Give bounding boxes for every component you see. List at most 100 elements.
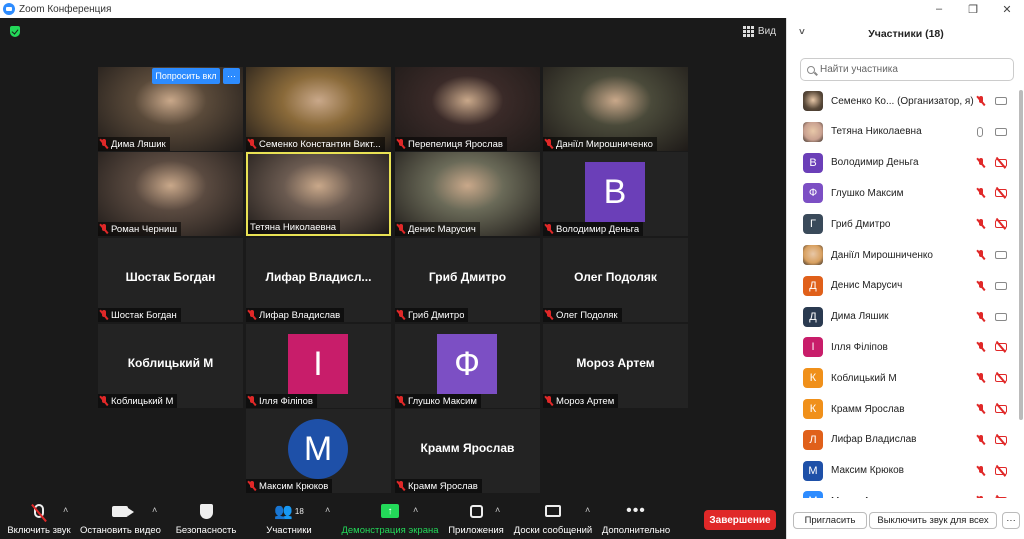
- security-button[interactable]: Безопасность: [175, 501, 237, 536]
- ask-to-unmute-button[interactable]: Попросить вкл: [152, 68, 220, 84]
- meeting-toolbar: Включить звук ˄ Остановить видео ˄ Безоп…: [0, 497, 786, 539]
- muted-mic-icon: [545, 139, 553, 149]
- stop-video-button[interactable]: Остановить видео: [80, 501, 161, 536]
- video-tile[interactable]: Тетяна Николаевна: [246, 152, 391, 236]
- participant-row[interactable]: Даніїл Мирошниченко: [787, 240, 1017, 270]
- muted-mic-icon[interactable]: [977, 311, 985, 322]
- muted-mic-icon[interactable]: [977, 157, 985, 168]
- video-off-icon[interactable]: [995, 343, 1007, 352]
- participant-row[interactable]: І Ілля Філіпов: [787, 332, 1017, 362]
- end-meeting-button[interactable]: Завершение: [704, 510, 776, 530]
- muted-mic-icon[interactable]: [977, 496, 985, 498]
- participant-row[interactable]: Г Гриб Дмитро: [787, 209, 1017, 239]
- video-tile[interactable]: В Володимир Деньга: [543, 152, 688, 236]
- video-off-icon[interactable]: [995, 466, 1007, 475]
- video-options-caret[interactable]: ˄: [152, 505, 157, 515]
- participant-row[interactable]: К Крамм Ярослав: [787, 394, 1017, 424]
- participants-button[interactable]: 👥 18 Участники: [262, 501, 316, 536]
- video-off-icon[interactable]: [995, 189, 1007, 198]
- share-screen-button[interactable]: ↑ Демонстрация экрана: [340, 501, 440, 536]
- participant-row[interactable]: Д Дима Ляшик: [787, 302, 1017, 332]
- microphone-icon[interactable]: [977, 126, 983, 137]
- whiteboards-button[interactable]: Доски сообщений: [512, 501, 594, 536]
- video-tile[interactable]: M Максим Крюков: [246, 409, 391, 493]
- video-off-icon[interactable]: [995, 158, 1007, 167]
- muted-mic-icon[interactable]: [977, 219, 985, 229]
- video-camera-icon[interactable]: [995, 281, 1007, 290]
- video-tile[interactable]: І Ілля Філіпов: [246, 324, 391, 408]
- tile-name-bar: Семенко Константин Викт...: [246, 137, 385, 151]
- participant-avatar: Г: [803, 214, 823, 235]
- participant-row[interactable]: Д Денис Марусич: [787, 271, 1017, 301]
- video-off-icon[interactable]: [995, 435, 1007, 444]
- participants-panel: ˅ Участники (18) Семенко Ко... (Организа…: [786, 18, 1024, 539]
- muted-mic-icon[interactable]: [977, 188, 985, 198]
- participants-options-caret[interactable]: ˄: [325, 505, 330, 515]
- collapse-panel-chevron-icon[interactable]: ˅: [799, 27, 805, 38]
- participants-scrollbar[interactable]: [1019, 90, 1023, 420]
- share-screen-label: Демонстрация экрана: [341, 525, 439, 536]
- more-button[interactable]: ••• Дополнительно: [600, 501, 672, 537]
- tile-name: Мороз Артем: [556, 395, 615, 407]
- muted-mic-icon[interactable]: [977, 280, 985, 291]
- tile-more-button[interactable]: ···: [223, 68, 240, 84]
- video-tile[interactable]: Шостак Богдан Шостак Богдан: [98, 238, 243, 322]
- video-tile[interactable]: Гриб Дмитро Гриб Дмитро: [395, 238, 540, 322]
- video-off-icon[interactable]: [995, 405, 1007, 413]
- participant-row[interactable]: Семенко Ко... (Организатор, я): [787, 86, 1017, 116]
- mute-all-button[interactable]: Выключить звук для всех: [869, 512, 997, 529]
- muted-mic-icon: [100, 139, 108, 149]
- participant-row[interactable]: M Максим Крюков: [787, 456, 1017, 486]
- participant-row[interactable]: В Володимир Деньга: [787, 148, 1017, 178]
- video-tile[interactable]: Даніїл Мирошниченко: [543, 67, 688, 151]
- tile-name: Роман Черниш: [111, 223, 177, 235]
- muted-mic-icon[interactable]: [977, 434, 985, 445]
- participant-search[interactable]: [800, 58, 1014, 81]
- audio-options-caret[interactable]: ˄: [63, 505, 68, 515]
- video-tile[interactable]: Лифар Владисл... Лифар Владислав: [246, 238, 391, 322]
- participant-row[interactable]: Тетяна Николаевна: [787, 117, 1017, 147]
- video-camera-icon: [112, 505, 134, 517]
- video-tile[interactable]: Мороз Артем Мороз Артем: [543, 324, 688, 408]
- video-off-icon[interactable]: [995, 220, 1007, 229]
- video-tile[interactable]: Олег Подоляк Олег Подоляк: [543, 238, 688, 322]
- video-camera-icon[interactable]: [995, 312, 1007, 321]
- panel-more-button[interactable]: ···: [1002, 512, 1020, 529]
- minimize-button[interactable]: –: [922, 3, 956, 15]
- participant-name: Тетяна Николаевна: [831, 126, 922, 138]
- share-screen-icon: ↑: [381, 504, 399, 518]
- video-tile[interactable]: Ф Глушко Максим: [395, 324, 540, 408]
- share-options-caret[interactable]: ˄: [413, 505, 418, 515]
- view-button[interactable]: Вид: [742, 26, 776, 37]
- muted-mic-icon[interactable]: [977, 250, 985, 260]
- participant-row[interactable]: M Мороз Артем: [787, 486, 1017, 498]
- video-tile[interactable]: Коблицький М Коблицький М: [98, 324, 243, 408]
- muted-mic-icon[interactable]: [977, 373, 985, 383]
- muted-mic-icon[interactable]: [977, 465, 985, 476]
- muted-mic-icon[interactable]: [977, 96, 985, 106]
- close-button[interactable]: ✕: [990, 3, 1024, 16]
- more-label: Дополнительно: [601, 525, 671, 536]
- participant-row[interactable]: Ф Глушко Максим: [787, 178, 1017, 208]
- muted-mic-icon[interactable]: [977, 342, 985, 352]
- video-tile[interactable]: Перепелиця Ярослав: [395, 67, 540, 151]
- maximize-button[interactable]: ❐: [956, 3, 990, 16]
- tile-name: Денис Марусич: [408, 223, 476, 235]
- search-input[interactable]: [820, 64, 1000, 75]
- video-off-icon[interactable]: [995, 497, 1007, 498]
- video-tile[interactable]: Крамм Ярослав Крамм Ярослав: [395, 409, 540, 493]
- participant-row[interactable]: К Коблицький М: [787, 363, 1017, 393]
- apps-options-caret[interactable]: ˄: [495, 505, 500, 515]
- video-tile[interactable]: Семенко Константин Викт...: [246, 67, 391, 151]
- video-tile[interactable]: Денис Марусич: [395, 152, 540, 236]
- video-camera-icon[interactable]: [995, 251, 1007, 259]
- whiteboards-options-caret[interactable]: ˄: [585, 505, 590, 515]
- encryption-shield-icon[interactable]: [10, 26, 20, 37]
- invite-button[interactable]: Пригласить: [793, 512, 867, 529]
- video-off-icon[interactable]: [995, 374, 1007, 383]
- participant-row[interactable]: Л Лифар Владислав: [787, 425, 1017, 455]
- muted-mic-icon[interactable]: [977, 404, 985, 414]
- video-camera-icon[interactable]: [995, 97, 1007, 105]
- video-camera-icon[interactable]: [995, 127, 1007, 136]
- video-tile[interactable]: Роман Черниш: [98, 152, 243, 236]
